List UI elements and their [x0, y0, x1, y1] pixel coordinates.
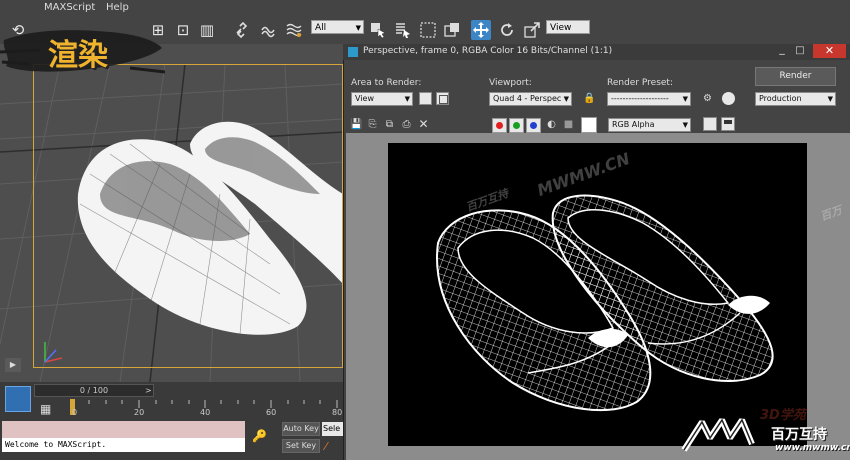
close-icon[interactable]: ✕	[813, 44, 846, 58]
copy-image-icon[interactable]: ⎘	[366, 118, 379, 131]
minimize-icon[interactable]: _	[773, 43, 791, 58]
viewport-label: Viewport:	[489, 78, 532, 88]
select-by-name-icon[interactable]	[393, 20, 413, 40]
mini-curve-icon[interactable]: ▦	[40, 400, 58, 418]
key-icon[interactable]: 🔑	[252, 428, 272, 444]
menu-maxscript[interactable]: MAXScript	[44, 2, 95, 13]
toggle-ui-icon[interactable]	[721, 117, 735, 131]
ruler-tick-80: 80	[332, 408, 343, 417]
clear-icon[interactable]: ✕	[417, 118, 430, 131]
unlink-icon[interactable]: ⊡	[173, 20, 193, 40]
rotate-icon[interactable]	[497, 20, 517, 40]
link-icon[interactable]	[232, 20, 252, 40]
select-object-icon[interactable]	[368, 20, 388, 40]
render-button[interactable]: Render	[755, 67, 836, 86]
menubar: MAXScript Help	[0, 0, 850, 16]
rendered-image	[388, 143, 807, 446]
color-swatch[interactable]	[581, 117, 597, 133]
menu-help[interactable]: Help	[106, 2, 129, 13]
viewport-dropdown[interactable]: Quad 4 - Perspec ▼	[489, 92, 572, 106]
ruler-tick-40: 40	[200, 408, 211, 417]
rect-selection-icon[interactable]	[418, 20, 438, 40]
time-slider[interactable]: 0 / 100	[34, 384, 154, 397]
render-preset-dropdown[interactable]: -------------------- ▼	[607, 92, 691, 106]
red-channel-toggle[interactable]	[492, 118, 507, 133]
auto-region-icon[interactable]	[436, 92, 449, 105]
ruler-tick-20: 20	[134, 408, 145, 417]
ruler-tick-0: 0	[72, 408, 78, 417]
green-channel-toggle[interactable]	[509, 118, 524, 133]
maxscript-listener-output: Welcome to MAXScript.	[2, 438, 245, 452]
viewport-play-icon[interactable]: ▶	[5, 358, 21, 372]
maxscript-listener-input[interactable]	[2, 421, 245, 438]
brand-logo-icon	[681, 418, 755, 452]
ref-coord-dropdown[interactable]: View	[546, 20, 590, 34]
space-warp-icon[interactable]	[284, 20, 304, 40]
production-dropdown[interactable]: Production ▼	[755, 92, 836, 106]
key-filter-icon[interactable]: ⁄	[325, 440, 327, 453]
blue-channel-toggle[interactable]	[526, 118, 541, 133]
maximize-icon[interactable]: □	[791, 44, 809, 58]
rendered-shoes-wireframe	[436, 194, 774, 412]
area-to-render-dropdown[interactable]: View ▼	[351, 92, 413, 106]
render-setup-icon[interactable]: ⚙	[703, 92, 717, 105]
lock-icon[interactable]: 🔒	[583, 92, 595, 105]
render-window-title: Perspective, frame 0, RGBA Color 16 Bits…	[363, 46, 613, 56]
print-image-icon[interactable]: ⎙	[400, 118, 413, 131]
environment-icon[interactable]	[722, 92, 735, 105]
selection-filter-dropdown[interactable]: All ▼	[311, 20, 364, 34]
render-preset-label: Render Preset:	[607, 78, 673, 88]
watermark-brand-url: www.mwmw.cn	[775, 443, 850, 453]
frame-readout: 0 / 100	[79, 386, 109, 395]
window-crossing-icon[interactable]	[442, 20, 462, 40]
watermark-brand: 百万互持	[771, 427, 827, 443]
edit-region-icon[interactable]	[419, 92, 432, 105]
timeline-config-icon[interactable]	[5, 386, 31, 412]
scale-icon[interactable]	[522, 20, 542, 40]
channel-dropdown[interactable]: RGB Alpha ▼	[608, 118, 691, 132]
break-link-icon[interactable]	[258, 20, 278, 40]
auto-key-button[interactable]: Auto Key	[282, 422, 320, 436]
toggle-ui-overlay-icon[interactable]	[703, 117, 717, 131]
clone-window-icon[interactable]: ⧉	[383, 118, 396, 131]
app-icon	[348, 47, 358, 57]
save-image-icon[interactable]: 💾	[350, 118, 363, 131]
bind-space-warp-icon[interactable]: ▥	[197, 20, 217, 40]
alpha-channel-icon[interactable]: ◐	[545, 118, 558, 131]
set-key-button[interactable]: Set Key	[282, 439, 320, 453]
safe-frame-border	[33, 64, 343, 368]
selection-set-dropdown[interactable]: Sele	[322, 422, 343, 436]
time-next-button[interactable]: >	[145, 384, 155, 397]
monochrome-icon[interactable]: ■	[562, 118, 575, 131]
render-window-titlebar: Perspective, frame 0, RGBA Color 16 Bits…	[343, 43, 850, 60]
area-to-render-label: Area to Render:	[351, 78, 422, 88]
overlay-title: 渲染	[48, 38, 108, 73]
move-icon[interactable]	[471, 20, 491, 40]
ruler-tick-60: 60	[266, 408, 277, 417]
